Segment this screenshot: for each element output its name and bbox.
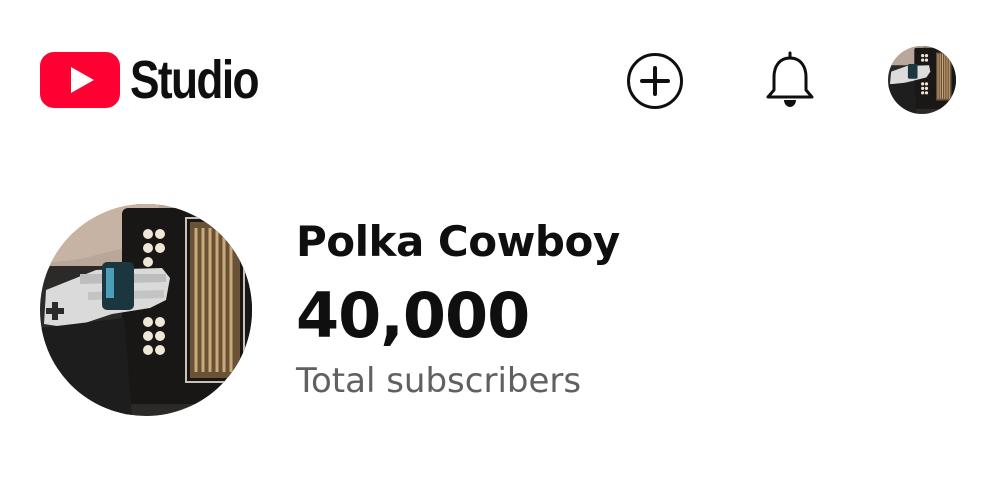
avatar bbox=[888, 46, 956, 114]
top-bar: Studio bbox=[0, 0, 1000, 160]
logo-text: Studio bbox=[130, 50, 260, 110]
channel-info: Polka Cowboy 40,000 Total subscribers bbox=[296, 214, 620, 404]
subscriber-label: Total subscribers bbox=[296, 361, 582, 401]
channel-avatar bbox=[40, 204, 252, 416]
create-button[interactable] bbox=[626, 52, 684, 110]
bell-icon bbox=[766, 51, 814, 107]
studio-logo[interactable]: Studio bbox=[40, 50, 286, 110]
account-avatar-button[interactable] bbox=[888, 46, 956, 114]
youtube-play-icon bbox=[40, 52, 120, 108]
channel-name: Polka Cowboy bbox=[296, 217, 620, 266]
channel-avatar-image bbox=[40, 204, 252, 416]
plus-circle-icon bbox=[627, 53, 683, 109]
notifications-button[interactable] bbox=[762, 50, 818, 110]
subscriber-count: 40,000 bbox=[296, 279, 530, 352]
